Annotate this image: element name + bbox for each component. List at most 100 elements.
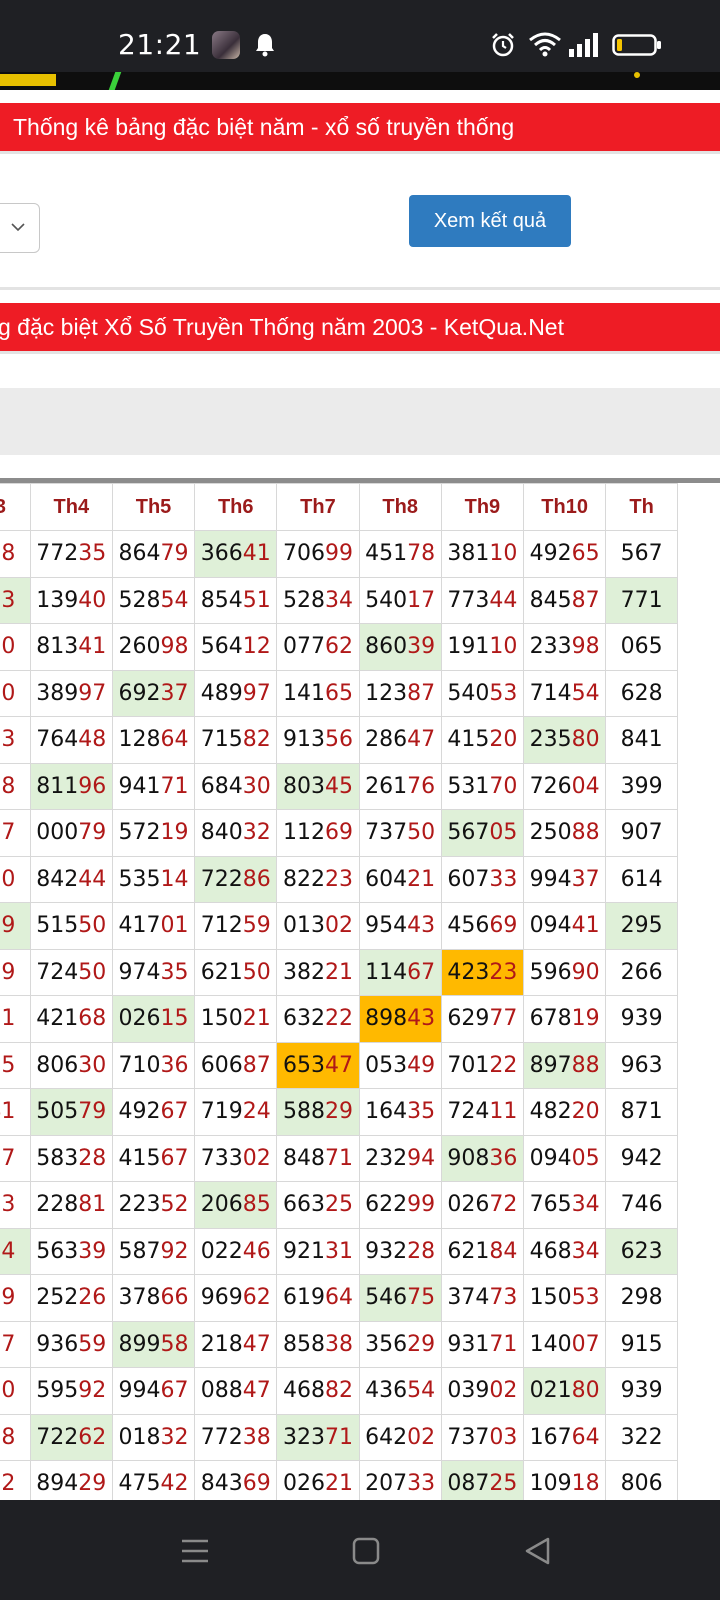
table-title-bar: g đặc biệt Xổ Số Truyền Thống năm 2003 -… bbox=[0, 303, 720, 351]
table-cell: 37866 bbox=[111, 1274, 196, 1322]
number-head: 733 bbox=[200, 1145, 243, 1171]
number-tail: 40 bbox=[78, 587, 107, 613]
number-head: 692 bbox=[118, 680, 161, 706]
number-tail: 49 bbox=[407, 1052, 436, 1078]
alarm-icon bbox=[492, 33, 514, 57]
table-cell: 399 bbox=[605, 762, 678, 810]
number-head: 399 bbox=[620, 773, 663, 799]
number-head: 528 bbox=[118, 587, 161, 613]
number-head: 858 bbox=[282, 1331, 325, 1357]
number-tail: 72 bbox=[489, 1192, 518, 1218]
number-tail: 32 bbox=[160, 1424, 189, 1450]
number-tail: 25 bbox=[324, 1192, 353, 1218]
table-cell: 266 bbox=[605, 948, 678, 996]
number-head: 845 bbox=[529, 587, 572, 613]
number-head: 913 bbox=[282, 727, 325, 753]
table-cell: 295 bbox=[605, 902, 678, 950]
section-title: Thống kê bảng đặc biệt năm - xổ số truyề… bbox=[13, 114, 515, 140]
number-head: 628 bbox=[620, 680, 663, 706]
table-cell: 72450 bbox=[29, 948, 113, 996]
table-cell: 92131 bbox=[276, 1227, 360, 1275]
number-head: 772 bbox=[36, 541, 79, 567]
menu-icon[interactable] bbox=[180, 1536, 210, 1566]
number-head: 026 bbox=[118, 1006, 161, 1032]
table-cell: 54017 bbox=[358, 576, 442, 624]
number-head: 894 bbox=[36, 1471, 79, 1497]
table-cell: 67819 bbox=[522, 995, 607, 1043]
number-head: 848 bbox=[282, 1145, 325, 1171]
table-cell: 02246 bbox=[194, 1227, 278, 1275]
table-row: 3608424453514722868222360421607339943761… bbox=[0, 855, 678, 903]
number-head: 421 bbox=[36, 1006, 79, 1032]
number-head: 323 bbox=[282, 1424, 325, 1450]
number-tail: 05 bbox=[571, 1145, 600, 1171]
page-top-strip bbox=[0, 72, 720, 90]
number-tail: 98 bbox=[571, 634, 600, 660]
table-cell: 19110 bbox=[440, 623, 525, 671]
number-tail: 67 bbox=[160, 1099, 189, 1125]
table-cell: 84871 bbox=[276, 1134, 360, 1182]
number-tail: 50 bbox=[407, 820, 436, 846]
number-tail: 18 bbox=[571, 1471, 600, 1497]
number-head: 772 bbox=[200, 1424, 243, 1450]
table-cell: 806 bbox=[605, 1460, 678, 1505]
number-tail: 28 bbox=[407, 1238, 436, 1264]
table-cell: 66325 bbox=[276, 1181, 360, 1229]
number-head: 604 bbox=[365, 866, 408, 892]
number-tail: 71 bbox=[160, 773, 189, 799]
number-tail: 17 bbox=[407, 587, 436, 613]
number-head: 235 bbox=[529, 727, 572, 753]
table-cell: 567 bbox=[605, 530, 678, 578]
table-cell: 09405 bbox=[522, 1134, 607, 1182]
number-head: 915 bbox=[620, 1331, 663, 1357]
table-row: 5787723586479366417069945178381104926556… bbox=[0, 530, 678, 578]
results-table-container[interactable]: h3Th4Th5Th6Th7Th8Th9Th10Th 5787723586479… bbox=[0, 478, 720, 1505]
table-row: 5688119694171684308034526176531707260439… bbox=[0, 762, 678, 810]
gray-banner bbox=[0, 388, 720, 455]
number-tail: 97 bbox=[242, 680, 271, 706]
number-head: 726 bbox=[529, 773, 572, 799]
number-head: 250 bbox=[529, 820, 572, 846]
table-cell: 81341 bbox=[29, 623, 113, 671]
number-tail: 53 bbox=[0, 587, 16, 613]
number-head: 540 bbox=[447, 680, 490, 706]
home-icon[interactable] bbox=[351, 1536, 381, 1566]
number-tail: 54 bbox=[571, 680, 600, 706]
number-tail: 78 bbox=[407, 541, 436, 567]
number-head: 941 bbox=[118, 773, 161, 799]
number-head: 451 bbox=[365, 541, 408, 567]
table-cell: 628 bbox=[605, 669, 678, 717]
table-cell: 45178 bbox=[358, 530, 442, 578]
number-head: 546 bbox=[365, 1285, 408, 1311]
table-cell: 20685 bbox=[194, 1181, 278, 1229]
number-head: 621 bbox=[200, 959, 243, 985]
table-cell: 77235 bbox=[29, 530, 113, 578]
table-header-row: h3Th4Th5Th6Th7Th8Th9Th10Th bbox=[0, 483, 678, 531]
table-cell: 37473 bbox=[440, 1274, 525, 1322]
number-head: 921 bbox=[282, 1238, 325, 1264]
table-row: 5208134126098564120776286039191102339806… bbox=[0, 623, 678, 671]
table-row: 6837644812864715829135628647415202358084… bbox=[0, 716, 678, 764]
table-cell: 330 bbox=[0, 669, 31, 717]
table-cell: 47542 bbox=[111, 1460, 196, 1505]
table-cell: 38110 bbox=[440, 530, 525, 578]
table-cell: 941 bbox=[0, 1088, 31, 1136]
view-results-button[interactable]: Xem kết quả bbox=[409, 195, 571, 247]
year-select[interactable] bbox=[0, 203, 40, 253]
table-cell: 46834 bbox=[522, 1227, 607, 1275]
table-cell: 457 bbox=[0, 809, 31, 857]
number-head: 724 bbox=[447, 1099, 490, 1125]
back-icon[interactable] bbox=[523, 1536, 553, 1566]
table-cell: 52834 bbox=[276, 576, 360, 624]
number-head: 587 bbox=[118, 1238, 161, 1264]
table-cell: 879 bbox=[0, 948, 31, 996]
number-tail: 34 bbox=[571, 1238, 600, 1264]
table-cell: 61964 bbox=[276, 1274, 360, 1322]
number-head: 295 bbox=[620, 913, 663, 939]
number-tail: 41 bbox=[78, 634, 107, 660]
number-tail: 85 bbox=[242, 1192, 271, 1218]
number-head: 607 bbox=[447, 866, 490, 892]
number-head: 468 bbox=[282, 1378, 325, 1404]
number-tail: 79 bbox=[0, 959, 16, 985]
table-cell: 62299 bbox=[358, 1181, 442, 1229]
